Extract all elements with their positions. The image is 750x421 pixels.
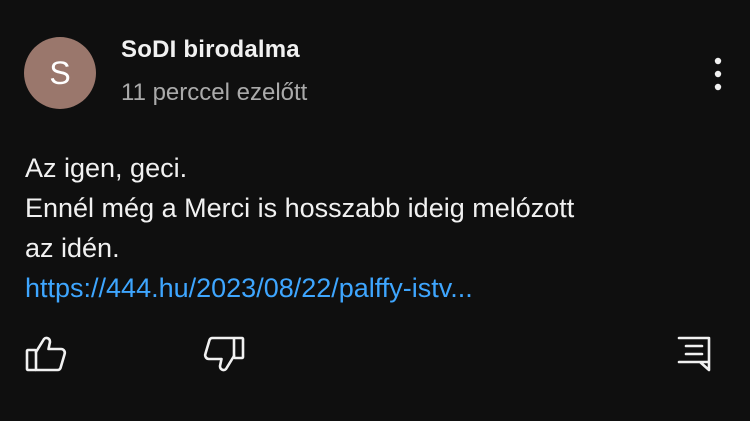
avatar-letter: S: [49, 54, 71, 91]
like-button[interactable]: [22, 330, 70, 378]
more-vertical-icon: [714, 57, 722, 91]
comment-card: S SoDI birodalma 11 perccel ezelőtt Az i…: [0, 0, 750, 421]
reply-button[interactable]: [670, 330, 718, 378]
comment-link[interactable]: https://444.hu/2023/08/22/palffy-istv...: [25, 273, 473, 303]
comment-line: Ennél még a Merci is hosszabb ideig meló…: [25, 193, 575, 223]
comment-body: Az igen, geci. Ennél még a Merci is hoss…: [25, 148, 725, 308]
thumbs-up-icon: [25, 336, 67, 372]
avatar[interactable]: S: [24, 37, 96, 109]
comment-line: Az igen, geci.: [25, 153, 188, 183]
thumbs-down-icon: [203, 336, 245, 372]
more-options-button[interactable]: [700, 52, 736, 96]
dislike-button[interactable]: [200, 330, 248, 378]
timestamp: 11 perccel ezelőtt: [121, 79, 308, 106]
comment-line: az idén.: [25, 233, 120, 263]
comment-reply-icon: [677, 336, 711, 372]
author-name[interactable]: SoDI birodalma: [121, 36, 300, 64]
